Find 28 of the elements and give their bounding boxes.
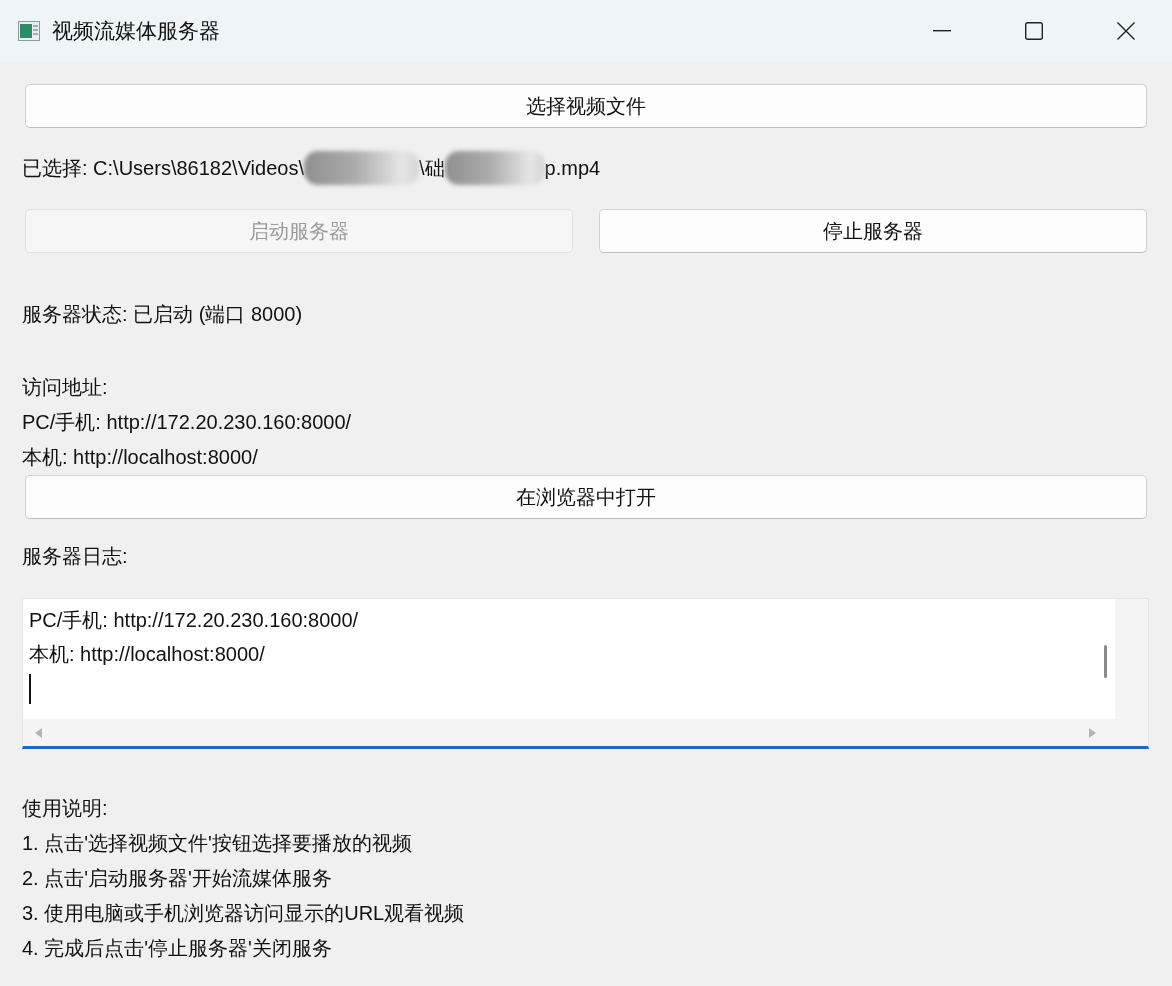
scroll-right-icon[interactable] <box>1088 726 1098 739</box>
maximize-icon <box>1025 22 1043 40</box>
instruction-text: 4. 完成后点击'停止服务器'关闭服务 <box>22 936 333 961</box>
instruction-text: 3. 使用电脑或手机浏览器访问显示的URL观看视频 <box>22 901 466 926</box>
close-icon <box>1117 22 1135 40</box>
window-title: 视频流媒体服务器 <box>52 18 220 44</box>
selected-path-text: \础 <box>419 155 445 181</box>
instruction-text: 2. 点击'启动服务器'开始流媒体服务 <box>22 866 333 891</box>
address-text: 本机: http://localhost:8000/ <box>22 445 259 470</box>
scroll-left-icon[interactable] <box>33 726 43 739</box>
log-text-area[interactable]: PC/手机: http://172.20.230.160:8000/ 本机: http://localhost:8000/ <box>22 598 1149 749</box>
address-text: PC/手机: http://172.20.230.160:8000/ <box>22 410 353 435</box>
text-caret <box>29 674 31 704</box>
log-heading: 服务器日志: <box>22 544 129 569</box>
scrollbar-thumb[interactable] <box>1103 645 1107 678</box>
selected-path-text: p.mp4 <box>544 156 601 180</box>
log-line: PC/手机: http://172.20.230.160:8000/ <box>29 608 360 633</box>
stop-server-button[interactable]: 停止服务器 <box>599 209 1147 253</box>
selected-path-text: 已选择: C:\Users\86182\Videos\ <box>22 155 304 181</box>
instructions-heading: 使用说明: <box>22 796 109 821</box>
minimize-icon <box>933 30 951 32</box>
address-heading: 访问地址: <box>22 375 109 400</box>
log-line: 本机: http://localhost:8000/ <box>29 642 266 667</box>
open-in-browser-button[interactable]: 在浏览器中打开 <box>25 475 1147 519</box>
app-icon <box>18 21 40 41</box>
server-status-text: 服务器状态: 已启动 (端口 8000) <box>22 302 304 327</box>
instruction-text: 1. 点击'选择视频文件'按钮选择要播放的视频 <box>22 831 413 856</box>
select-file-button[interactable]: 选择视频文件 <box>25 84 1147 128</box>
